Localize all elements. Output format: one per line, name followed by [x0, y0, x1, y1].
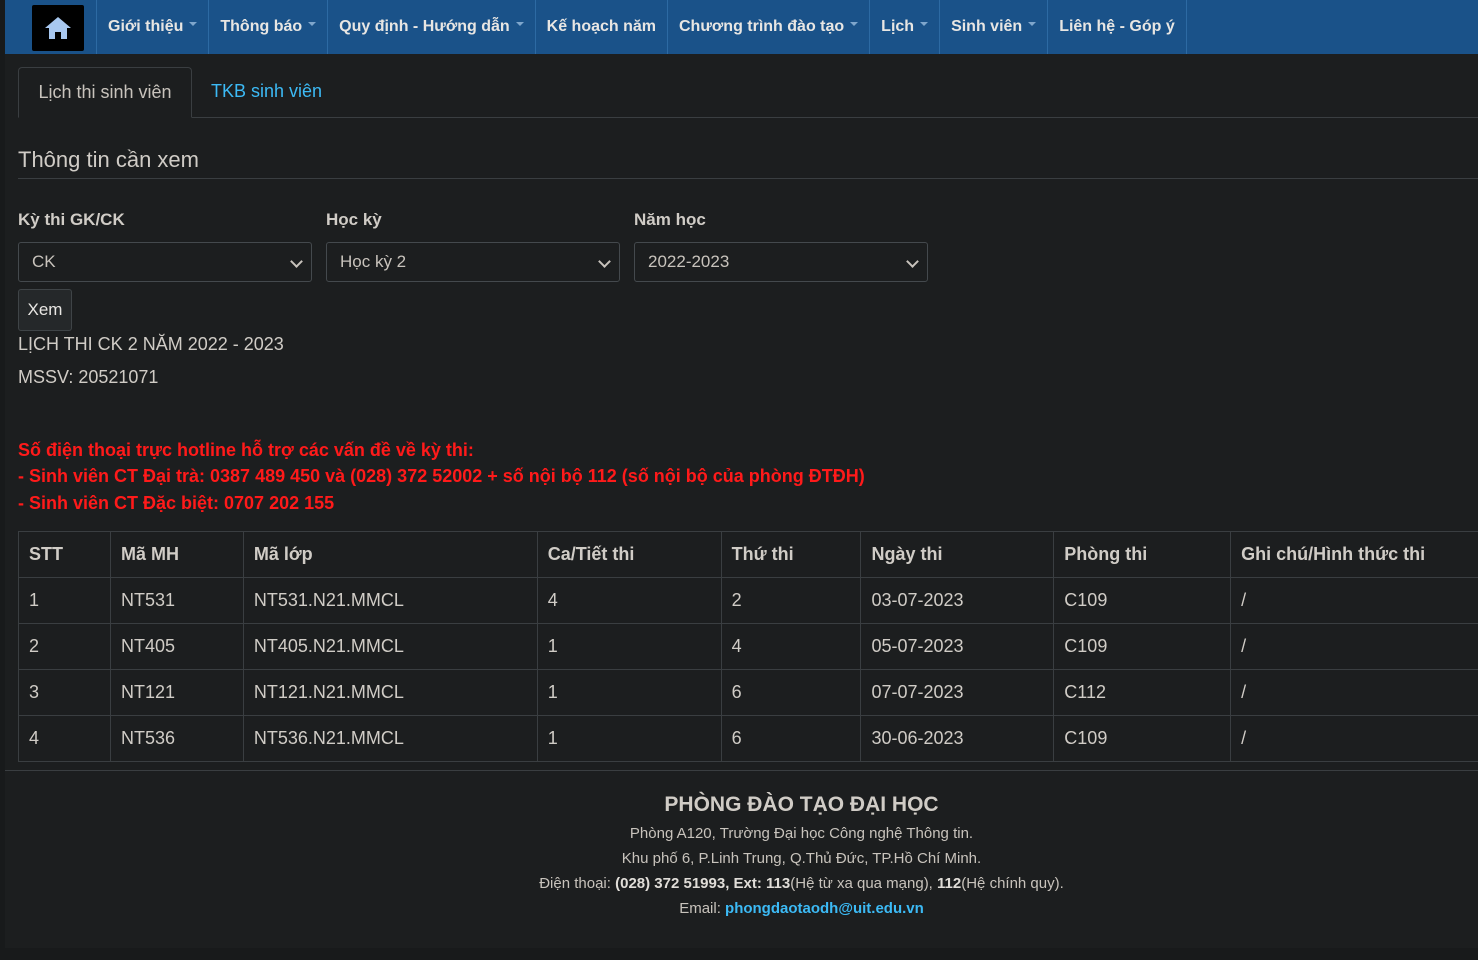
- exam-type-select[interactable]: CK: [18, 242, 312, 282]
- cell-ma-mh: NT121: [109, 669, 244, 716]
- cell-ca-tiet: 1: [536, 623, 722, 670]
- cell-thu: 2: [720, 577, 862, 624]
- email-link[interactable]: phongdaotaodh@uit.edu.vn: [725, 900, 924, 917]
- nav-chuong-trinh[interactable]: Chương trình đào tạo: [667, 0, 869, 54]
- cell-ca-tiet: 1: [536, 669, 722, 716]
- cell-ngay: 07-07-2023: [860, 669, 1055, 716]
- table-row: 3 NT121 NT121.N21.MMCL 1 6 07-07-2023 C1…: [18, 669, 1478, 716]
- caret-down-icon: [189, 22, 198, 26]
- header-ma-mh: Mã MH: [109, 531, 244, 578]
- cell-ghi-chu: /: [1230, 669, 1478, 716]
- home-button[interactable]: [32, 5, 84, 51]
- header-ghi-chu: Ghi chú/Hình thức thi: [1230, 531, 1478, 578]
- nav-thong-bao[interactable]: Thông báo: [208, 0, 327, 54]
- hotline-title: Số điện thoại trực hotline hỗ trợ các vấ…: [18, 440, 474, 460]
- cell-ghi-chu: /: [1230, 577, 1478, 624]
- table-row: 4 NT536 NT536.N21.MMCL 1 6 30-06-2023 C1…: [18, 715, 1478, 762]
- header-ca-tiet: Ca/Tiết thi: [536, 531, 722, 578]
- nav-lien-he[interactable]: Liên hệ - Góp ý: [1047, 0, 1187, 54]
- hotline-special: - Sinh viên CT Đặc biệt: 0707 202 155: [18, 493, 335, 513]
- exam-schedule-table: STT Mã MH Mã lớp Ca/Tiết thi Thứ thi Ngà…: [18, 531, 1478, 762]
- result-heading: LỊCH THI CK 2 NĂM 2022 - 2023: [18, 334, 284, 354]
- nav-sinh-vien[interactable]: Sinh viên: [939, 0, 1047, 54]
- cell-phong: C109: [1053, 577, 1232, 624]
- semester-label: Học kỳ: [326, 210, 382, 229]
- home-icon: [45, 17, 71, 39]
- year-select[interactable]: 2022-2023: [634, 242, 928, 282]
- caret-down-icon: [1028, 22, 1037, 26]
- header-thu: Thứ thi: [720, 531, 862, 578]
- cell-ngay: 30-06-2023: [860, 715, 1055, 762]
- cell-ma-lop: NT531.N21.MMCL: [242, 577, 538, 624]
- cell-ca-tiet: 1: [536, 715, 722, 762]
- cell-ca-tiet: 4: [536, 577, 722, 624]
- caret-down-icon: [515, 22, 524, 26]
- student-id: MSSV: 20521071: [18, 367, 159, 387]
- cell-phong: C112: [1053, 669, 1232, 716]
- cell-ma-lop: NT405.N21.MMCL: [242, 623, 538, 670]
- caret-down-icon: [308, 22, 317, 26]
- chevron-down-icon: [906, 255, 919, 268]
- exam-type-label: Kỳ thi GK/CK: [18, 210, 125, 229]
- caret-down-icon: [920, 22, 929, 26]
- cell-ghi-chu: /: [1230, 623, 1478, 670]
- chevron-down-icon: [598, 255, 611, 268]
- cell-stt: 3: [18, 669, 111, 716]
- semester-select[interactable]: Học kỳ 2: [326, 242, 620, 282]
- divider: [18, 178, 1478, 179]
- chevron-down-icon: [290, 255, 303, 268]
- cell-thu: 6: [720, 669, 862, 716]
- cell-phong: C109: [1053, 715, 1232, 762]
- tab-tkb[interactable]: TKB sinh viên: [211, 67, 322, 116]
- cell-thu: 6: [720, 715, 862, 762]
- nav-quy-dinh[interactable]: Quy định - Hướng dẫn: [327, 0, 535, 54]
- footer-address-2: Khu phố 6, P.Linh Trung, Q.Thủ Đức, TP.H…: [621, 850, 982, 867]
- header-phong: Phòng thi: [1053, 531, 1232, 578]
- cell-stt: 4: [18, 715, 111, 762]
- cell-thu: 4: [720, 623, 862, 670]
- cell-ma-lop: NT121.N21.MMCL: [242, 669, 538, 716]
- cell-ngay: 05-07-2023: [860, 623, 1055, 670]
- cell-ghi-chu: /: [1230, 715, 1478, 762]
- cell-ma-lop: NT536.N21.MMCL: [242, 715, 538, 762]
- header-stt: STT: [18, 531, 111, 578]
- nav-gioi-thieu[interactable]: Giới thiệu: [96, 0, 208, 54]
- cell-stt: 1: [18, 577, 111, 624]
- tab-lich-thi[interactable]: Lịch thi sinh viên: [18, 67, 192, 118]
- cell-stt: 2: [18, 623, 111, 670]
- table-row: 2 NT405 NT405.N21.MMCL 1 4 05-07-2023 C1…: [18, 623, 1478, 670]
- cell-ngay: 03-07-2023: [860, 577, 1055, 624]
- cell-ma-mh: NT405: [109, 623, 244, 670]
- tab-bar: Lịch thi sinh viên TKB sinh viên: [18, 67, 1478, 118]
- section-title: Thông tin cần xem: [18, 147, 199, 172]
- table-row: 1 NT531 NT531.N21.MMCL 4 2 03-07-2023 C1…: [18, 577, 1478, 624]
- view-button[interactable]: Xem: [18, 289, 72, 331]
- footer-title: PHÒNG ĐÀO TẠO ĐẠI HỌC: [664, 793, 939, 816]
- table-header-row: STT Mã MH Mã lớp Ca/Tiết thi Thứ thi Ngà…: [18, 531, 1478, 578]
- year-label: Năm học: [634, 210, 706, 229]
- nav-lich[interactable]: Lịch: [869, 0, 939, 54]
- top-navbar: Giới thiệu Thông báo Quy định - Hướng dẫ…: [5, 0, 1478, 54]
- hotline-regular: - Sinh viên CT Đại trà: 0387 489 450 và …: [18, 466, 865, 486]
- header-ma-lop: Mã lớp: [242, 531, 538, 578]
- cell-ma-mh: NT531: [109, 577, 244, 624]
- cell-phong: C109: [1053, 623, 1232, 670]
- nav-ke-hoach[interactable]: Kế hoạch năm: [534, 0, 667, 54]
- header-ngay: Ngày thi: [860, 531, 1055, 578]
- footer-email: Email: phongdaotaodh@uit.edu.vn: [679, 900, 924, 917]
- footer: PHÒNG ĐÀO TẠO ĐẠI HỌC Phòng A120, Trường…: [5, 771, 1478, 917]
- footer-phone: Điện thoại: (028) 372 51993, Ext: 113(Hệ…: [539, 875, 1064, 892]
- cell-ma-mh: NT536: [109, 715, 244, 762]
- footer-address-1: Phòng A120, Trường Đại học Công nghệ Thô…: [629, 825, 974, 842]
- caret-down-icon: [850, 22, 859, 26]
